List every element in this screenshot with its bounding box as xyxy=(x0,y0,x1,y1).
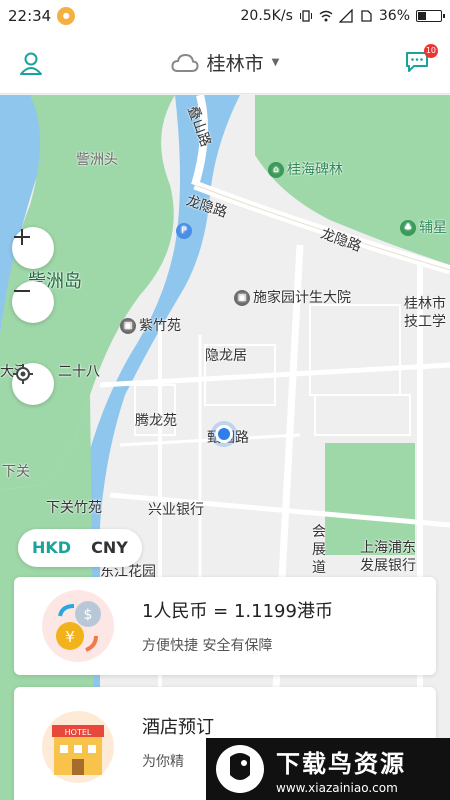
map-label-ershiba: 二十八 xyxy=(58,364,100,380)
map-poi-tenglongyuan[interactable]: 腾龙苑 xyxy=(135,410,177,430)
battery-icon xyxy=(416,10,445,22)
status-bar: 22:34 ● 20.5K/s 36% xyxy=(0,0,450,32)
messages-button[interactable]: 10 xyxy=(404,44,438,76)
currency-cny-option[interactable]: CNY xyxy=(81,529,138,567)
city-selector[interactable]: 桂林市 ▼ xyxy=(171,49,280,76)
currency-exchange-icon: $ ¥ xyxy=(38,586,118,666)
app-header: 桂林市 ▼ 10 xyxy=(0,32,450,94)
hotel-booking-subtitle: 为你精 xyxy=(142,754,184,770)
message-count-badge: 10 xyxy=(423,44,438,58)
user-icon xyxy=(20,52,42,75)
exchange-rate-card[interactable]: $ ¥ 1人民币 = 1.1199港币 方便快捷 安全有保障 xyxy=(14,577,436,675)
map-poi-guihaibeilin[interactable]: ⌂ 桂海碑林 xyxy=(268,159,343,179)
watermark-banner: 下载鸟资源 www.xiazainiao.com xyxy=(206,738,450,800)
hotel-icon: HOTEL xyxy=(38,707,118,787)
city-name: 桂林市 xyxy=(206,53,264,75)
map-poi-parking[interactable]: P xyxy=(176,223,195,239)
svg-text:¥: ¥ xyxy=(65,628,75,646)
battery-percent: 36% xyxy=(378,8,410,24)
map-label-zhouzhoutou: 訾洲头 xyxy=(76,152,118,168)
building-icon: ▣ xyxy=(120,318,136,334)
map-poi-xingye-bank[interactable]: 兴业银行 xyxy=(148,499,204,519)
minus-icon xyxy=(14,290,30,292)
hotel-sign-text: HOTEL xyxy=(65,728,92,737)
status-right: 20.5K/s 36% xyxy=(240,8,445,24)
status-time: 22:34 xyxy=(8,7,52,25)
map-poi-xiaguanzhuyuan[interactable]: 下关竹苑 xyxy=(46,497,102,517)
vibrate-icon xyxy=(299,10,312,22)
map-label-huizhandao: 会展道 xyxy=(312,524,326,576)
watermark-text: 下载鸟资源 www.xiazainiao.com xyxy=(276,744,406,795)
map-poi-fuxing[interactable]: ♣ 辅星 xyxy=(400,217,447,237)
watermark-logo xyxy=(216,745,264,793)
map-poi-guilin-college[interactable]: 桂林市技工学 xyxy=(404,295,450,331)
exchange-rate-subtitle: 方便快捷 安全有保障 xyxy=(142,638,273,654)
app-notification-icon: ● xyxy=(57,7,76,25)
hotel-booking-text: 酒店预订 为你精 xyxy=(142,713,214,771)
chevron-down-icon: ▼ xyxy=(271,57,280,68)
cloud-icon xyxy=(171,53,199,72)
locate-me-button[interactable] xyxy=(12,363,54,405)
exchange-rate-title: 1人民币 = 1.1199港币 xyxy=(142,601,333,622)
map-view[interactable]: 訾洲头 訾洲岛 叠山路 ⌂ 桂海碑林 龙隐路 龙隐路 ♣ 辅星 ▣ 施家园计生大院 桂… xyxy=(0,95,450,800)
watermark-url: www.xiazainiao.com xyxy=(276,780,398,795)
user-profile-button[interactable] xyxy=(18,50,44,76)
parking-icon: P xyxy=(176,223,192,239)
tree-icon: ♣ xyxy=(400,220,416,236)
svg-text:$: $ xyxy=(84,607,93,623)
zoom-in-button[interactable] xyxy=(12,227,54,269)
landmark-icon: ⌂ xyxy=(268,162,284,178)
current-location-marker xyxy=(215,425,233,443)
currency-toggle[interactable]: HKD CNY xyxy=(18,529,142,567)
map-poi-zizhuyuan[interactable]: ▣ 紫竹苑 xyxy=(120,315,181,335)
signal-icon xyxy=(338,9,353,23)
map-poi-shijiayuan[interactable]: ▣ 施家园计生大院 xyxy=(234,287,351,307)
map-poi-yinlongju[interactable]: 隐龙居 xyxy=(205,345,247,365)
plus-icon xyxy=(14,229,30,245)
currency-hkd-option[interactable]: HKD xyxy=(22,529,81,567)
exchange-rate-text: 1人民币 = 1.1199港币 方便快捷 安全有保障 xyxy=(142,597,333,655)
wifi-icon xyxy=(319,10,333,22)
zoom-out-button[interactable] xyxy=(12,281,54,323)
network-speed: 20.5K/s xyxy=(240,8,293,24)
sim-icon xyxy=(361,10,372,22)
map-poi-shanghai-bank[interactable]: 上海浦东发展银行 xyxy=(360,539,426,575)
building-icon: ▣ xyxy=(234,290,250,306)
map-label-xiaguan: 下关 xyxy=(2,464,30,480)
hotel-booking-title: 酒店预订 xyxy=(142,717,214,738)
watermark-main: 下载鸟资源 xyxy=(276,749,406,778)
crosshair-icon xyxy=(13,364,33,384)
